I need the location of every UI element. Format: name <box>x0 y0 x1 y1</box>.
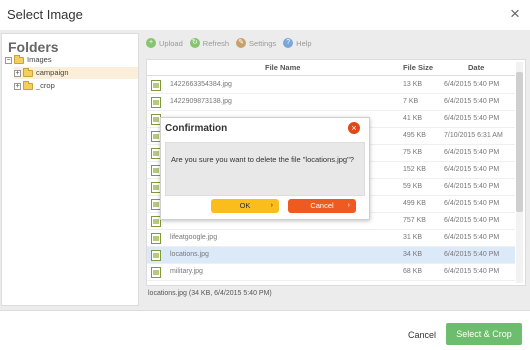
cancel-button[interactable]: Cancel <box>408 330 436 340</box>
cancel-label: Cancel <box>310 201 334 210</box>
help-label: Help <box>296 38 312 48</box>
file-size: 59 KB <box>403 183 423 190</box>
ok-label: OK <box>239 201 251 210</box>
file-size: 68 KB <box>403 268 423 275</box>
table-row[interactable]: lifeatgoogle.jpg 31 KB 6/4/2015 5:40 PM <box>147 230 515 247</box>
table-row[interactable]: military.jpg 68 KB 6/4/2015 5:40 PM <box>147 264 515 281</box>
upload-icon: + <box>146 38 156 48</box>
file-size: 495 KB <box>403 132 426 139</box>
arrow-right-icon: › <box>270 202 273 209</box>
file-list-scrollbar[interactable] <box>516 62 523 283</box>
image-file-icon <box>151 97 161 108</box>
tree-item-images[interactable]: − Images <box>5 54 52 66</box>
dialog-footer: Cancel Select & Crop <box>0 310 530 350</box>
file-toolbar: + Upload ↻ Refresh ✎ Settings ? Help <box>146 35 319 51</box>
settings-button[interactable]: ✎ Settings <box>236 38 276 48</box>
settings-icon: ✎ <box>236 38 247 48</box>
tree-item-label: _crop <box>36 81 55 90</box>
file-list-header: File Name File Size Date <box>147 60 515 76</box>
file-name: military.jpg <box>170 268 203 275</box>
tree-item-label: Images <box>27 55 52 64</box>
file-date: 6/4/2015 5:40 PM <box>444 200 500 207</box>
file-date: 6/4/2015 5:40 PM <box>444 234 500 241</box>
column-header-date[interactable]: Date <box>468 63 484 72</box>
confirmation-header: Confirmation × <box>161 118 369 140</box>
file-date: 6/4/2015 5:40 PM <box>444 98 500 105</box>
file-date: 7/10/2015 6:31 AM <box>444 132 503 139</box>
close-icon[interactable]: × <box>506 5 524 23</box>
settings-label: Settings <box>249 38 277 48</box>
file-size: 7 KB <box>403 98 419 105</box>
refresh-label: Refresh <box>202 38 230 48</box>
scrollbar-thumb[interactable] <box>516 72 523 212</box>
folder-icon <box>23 67 33 77</box>
file-size: 41 KB <box>403 115 423 122</box>
file-date: 6/4/2015 5:40 PM <box>444 217 500 224</box>
dialog-title: Select Image <box>7 7 83 22</box>
column-header-name[interactable]: File Name <box>265 63 300 72</box>
file-size: 499 KB <box>403 200 426 207</box>
confirmation-dialog: Confirmation × Are you sure you want to … <box>160 117 370 220</box>
tree-item-campaign[interactable]: + campaign <box>14 67 138 79</box>
collapse-icon[interactable]: − <box>5 56 12 64</box>
upload-label: Upload <box>159 38 183 48</box>
upload-button[interactable]: + Upload <box>146 38 183 48</box>
file-date: 6/4/2015 5:40 PM <box>444 81 500 88</box>
image-file-icon <box>151 80 161 91</box>
confirm-cancel-button[interactable]: Cancel › <box>288 199 356 213</box>
image-file-icon <box>151 233 161 244</box>
confirmation-title: Confirmation <box>165 123 228 134</box>
file-size: 13 KB <box>403 81 423 88</box>
table-row[interactable]: locations.jpg 34 KB 6/4/2015 5:40 PM <box>147 247 515 264</box>
file-name: 1422909873138.jpg <box>170 98 232 105</box>
file-size: 34 KB <box>403 251 423 258</box>
file-size: 75 KB <box>403 149 423 156</box>
file-size: 757 KB <box>403 217 426 224</box>
dialog-titlebar: Select Image × <box>0 0 530 30</box>
tree-item-label: campaign <box>36 68 69 77</box>
select-crop-button[interactable]: Select & Crop <box>446 323 522 345</box>
file-date: 6/4/2015 5:40 PM <box>444 183 500 190</box>
file-size: 152 KB <box>403 166 426 173</box>
folder-icon <box>23 80 33 90</box>
refresh-button[interactable]: ↻ Refresh <box>189 38 230 48</box>
file-name: locations.jpg <box>170 251 209 258</box>
folders-heading: Folders <box>8 39 59 55</box>
file-name: lifeatgoogle.jpg <box>170 234 218 241</box>
tree-item-crop[interactable]: + _crop <box>14 80 55 92</box>
file-date: 6/4/2015 5:40 PM <box>444 251 500 258</box>
file-date: 6/4/2015 5:40 PM <box>444 115 500 122</box>
confirmation-message: Are you sure you want to delete the file… <box>171 155 354 164</box>
close-icon[interactable]: × <box>348 122 360 134</box>
help-button[interactable]: ? Help <box>283 38 312 48</box>
folders-panel: Folders − Images + campaign + _crop <box>1 33 139 306</box>
column-header-size[interactable]: File Size <box>403 63 433 72</box>
table-row[interactable]: 1422663354384.jpg 13 KB 6/4/2015 5:40 PM <box>147 77 515 94</box>
table-row[interactable]: 1422909873138.jpg 7 KB 6/4/2015 5:40 PM <box>147 94 515 111</box>
folder-icon <box>14 54 24 64</box>
image-file-icon <box>151 267 161 278</box>
confirmation-body: Are you sure you want to delete the file… <box>165 142 365 196</box>
file-date: 6/4/2015 5:40 PM <box>444 166 500 173</box>
file-date: 6/4/2015 5:40 PM <box>444 268 500 275</box>
help-icon: ? <box>283 38 294 48</box>
expand-icon[interactable]: + <box>14 69 21 77</box>
file-date: 6/4/2015 5:40 PM <box>444 149 500 156</box>
file-size: 31 KB <box>403 234 423 241</box>
image-file-icon <box>151 250 161 261</box>
status-text: locations.jpg (34 KB, 6/4/2015 5:40 PM) <box>148 290 272 297</box>
file-name: 1422663354384.jpg <box>170 81 232 88</box>
ok-button[interactable]: OK › <box>211 199 279 213</box>
expand-icon[interactable]: + <box>14 82 21 90</box>
refresh-icon: ↻ <box>189 38 200 48</box>
arrow-right-icon: › <box>347 202 350 209</box>
